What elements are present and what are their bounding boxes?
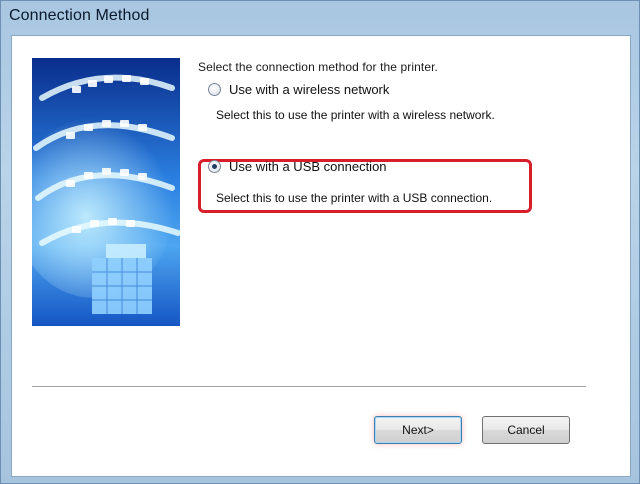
connection-prompt: Select the connection method for the pri… (198, 60, 438, 74)
wireless-option-description: Select this to use the printer with a wi… (216, 108, 495, 122)
next-button[interactable]: Next> (374, 416, 462, 444)
usb-option-label[interactable]: Use with a USB connection (229, 159, 387, 174)
wireless-option-label[interactable]: Use with a wireless network (229, 82, 389, 97)
usb-option-description: Select this to use the printer with a US… (216, 191, 493, 205)
window-title: Connection Method (9, 7, 150, 24)
printer-artwork-image (32, 58, 180, 326)
divider (32, 386, 586, 388)
cancel-button[interactable]: Cancel (482, 416, 570, 444)
wireless-radio-button[interactable] (208, 83, 221, 96)
usb-radio-button[interactable] (208, 160, 221, 173)
dialog-body: Select the connection method for the pri… (11, 35, 631, 477)
title-bar[interactable]: Connection Method (1, 1, 639, 35)
connection-method-dialog: Connection Method Select the connection … (0, 0, 640, 484)
